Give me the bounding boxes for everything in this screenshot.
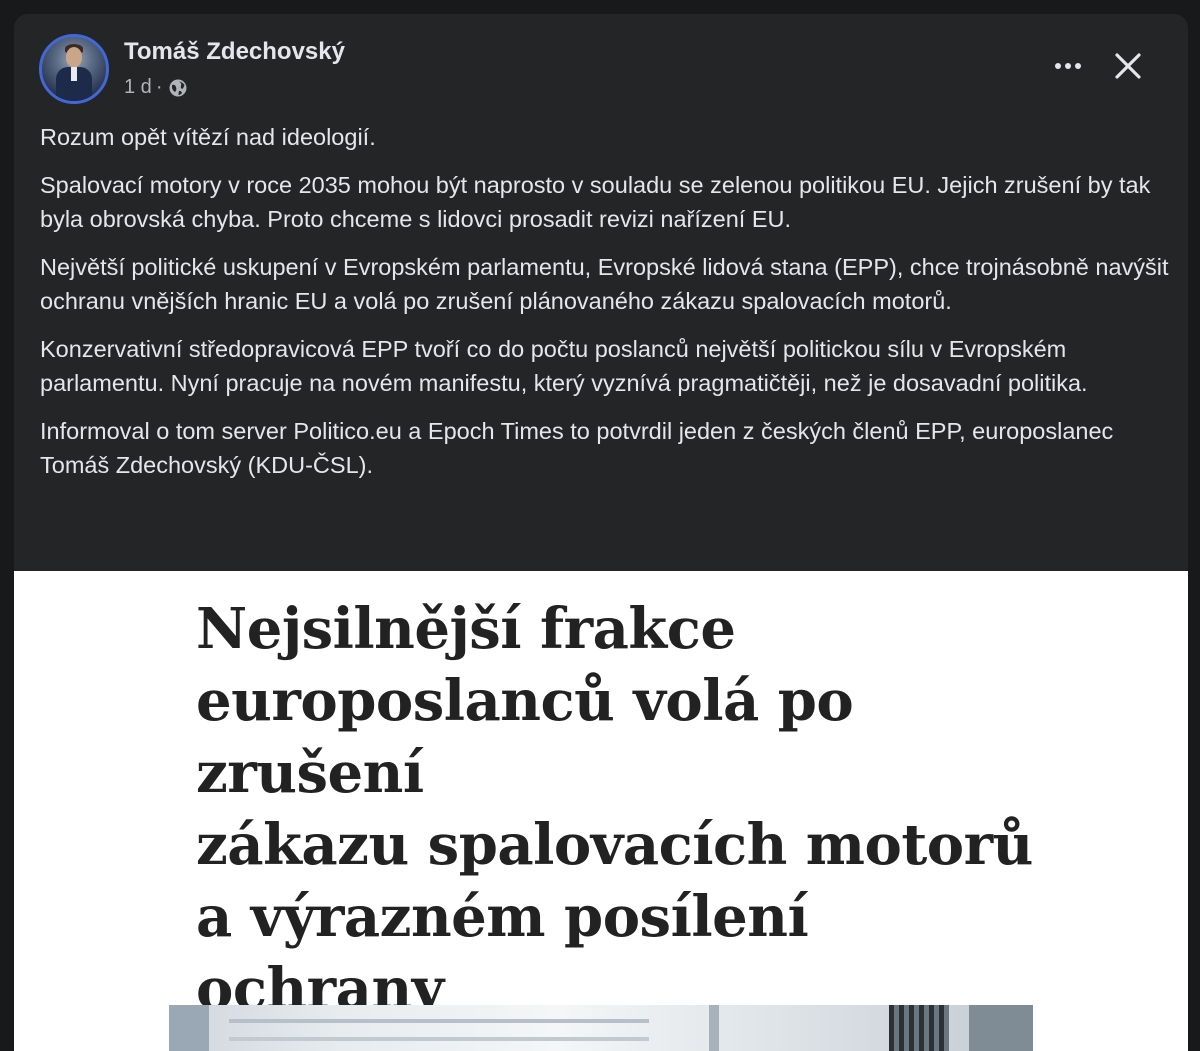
headline-line: a výrazném posílení ochrany <box>196 884 809 1022</box>
post-header: Tomáš Zdechovský 1 d · <box>14 14 1188 114</box>
author-name[interactable]: Tomáš Zdechovský <box>124 38 345 66</box>
more-dot <box>1065 63 1071 69</box>
more-dot <box>1055 63 1061 69</box>
more-icon[interactable] <box>1048 50 1088 82</box>
post-paragraph: Rozum opět vítězí nad ideologií. <box>40 124 376 150</box>
more-dot <box>1075 63 1081 69</box>
post-meta: 1 d · <box>124 76 188 99</box>
article-photo <box>169 1005 1033 1051</box>
close-icon[interactable] <box>1110 48 1146 84</box>
photo-detail <box>169 1005 209 1051</box>
article-headline: Nejsilnější frakce europoslanců volá po … <box>196 593 1056 1051</box>
headline-line: zákazu spalovacích motorů <box>196 812 1033 878</box>
post-paragraph: Největší politické uskupení v Evropském … <box>40 254 1169 314</box>
headline-line: Nejsilnější frakce <box>196 596 736 662</box>
meta-separator: · <box>155 76 163 98</box>
post-paragraph: Konzervativní středopravicová EPP tvoří … <box>40 336 1088 396</box>
avatar-face <box>66 47 82 67</box>
headline-line: europoslanců volá po zrušení <box>196 668 854 806</box>
globe-icon[interactable] <box>168 78 188 98</box>
avatar-shirt <box>71 67 77 81</box>
post-paragraph: Spalovací motory v roce 2035 mohou být n… <box>40 172 1151 232</box>
avatar[interactable] <box>39 34 109 104</box>
post-time[interactable]: 1 d <box>124 76 152 99</box>
post-paragraph: Informoval o tom server Politico.eu a Ep… <box>40 418 1114 478</box>
photo-detail <box>709 1005 719 1051</box>
photo-detail <box>969 1005 1033 1051</box>
photo-detail <box>889 1005 949 1051</box>
photo-detail <box>229 1037 649 1041</box>
photo-detail <box>229 1019 649 1023</box>
facebook-post: Tomáš Zdechovský 1 d · Rozum opět vítězí… <box>14 14 1188 1051</box>
shared-article-image[interactable]: Nejsilnější frakce europoslanců volá po … <box>14 571 1188 1051</box>
post-text: Rozum opět vítězí nad ideologií. Spalova… <box>40 120 1170 496</box>
